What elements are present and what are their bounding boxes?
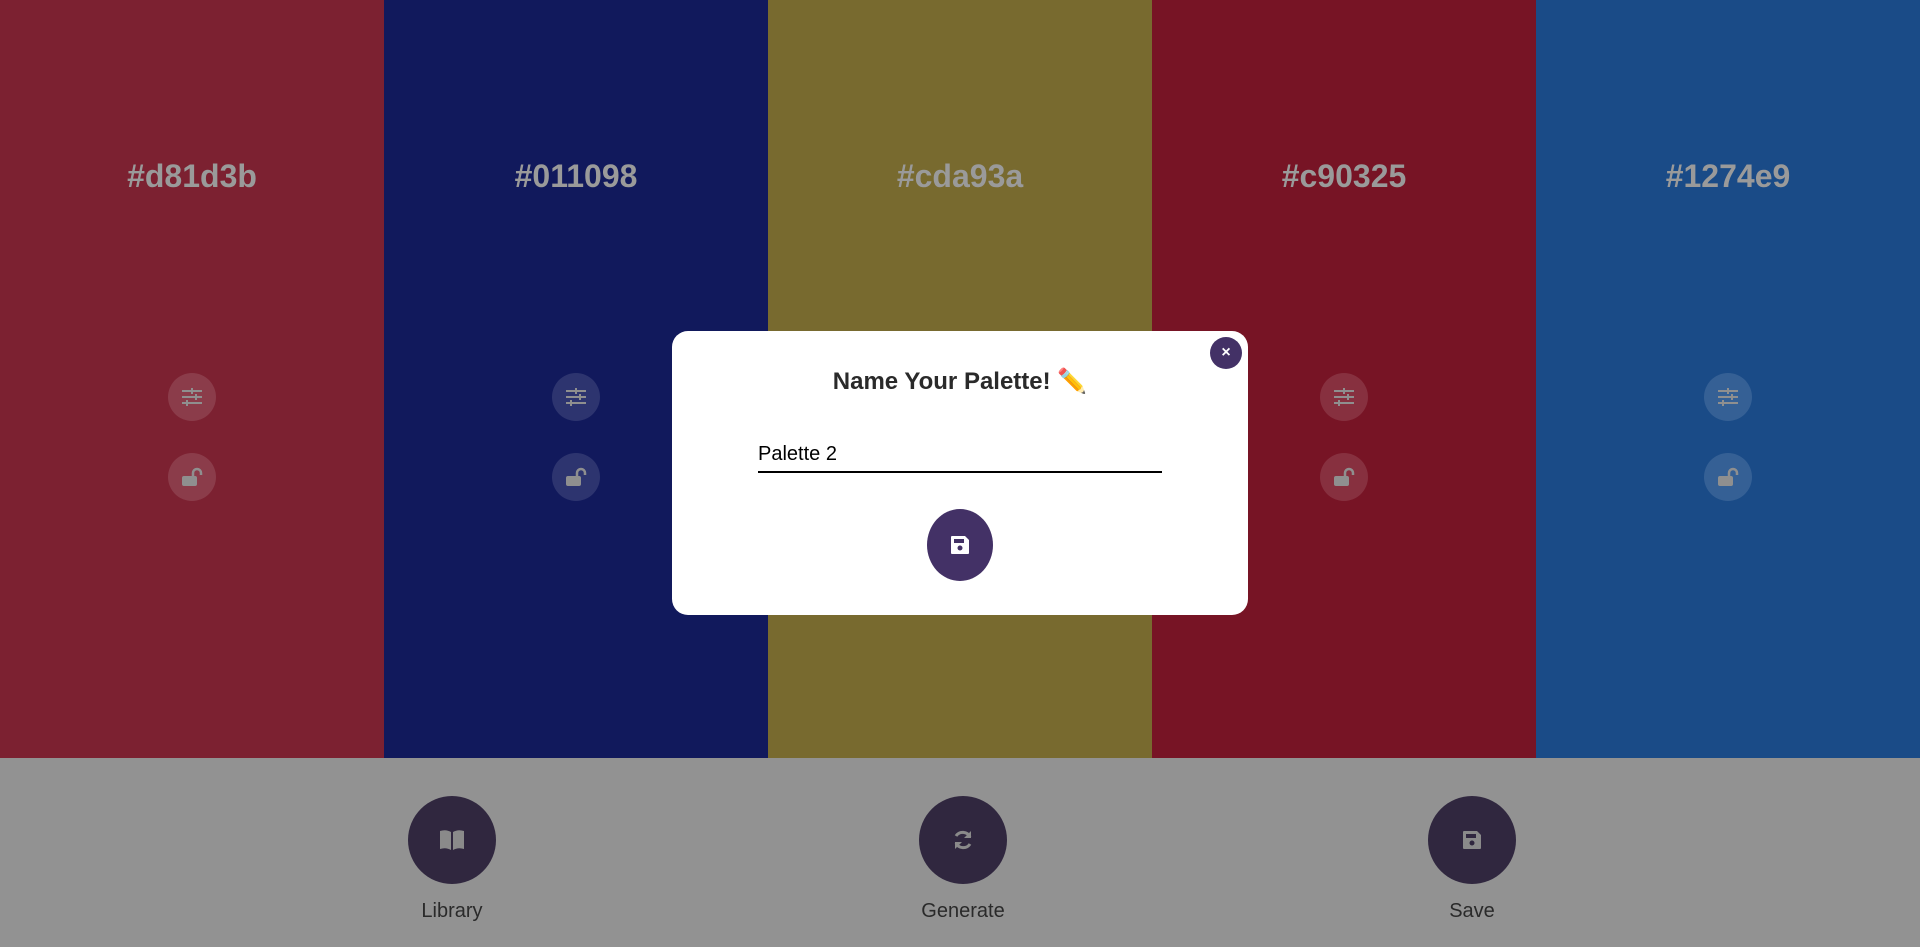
save-button[interactable] (1428, 796, 1516, 884)
hex-label[interactable]: #c90325 (1152, 158, 1536, 195)
adjust-button[interactable] (1320, 373, 1368, 421)
unlock-icon (182, 467, 203, 486)
name-palette-modal: × Name Your Palette! ✏️ (672, 331, 1248, 615)
close-button[interactable]: × (1210, 337, 1242, 369)
sliders-icon (566, 388, 586, 406)
unlock-icon (1718, 467, 1739, 486)
palette-name-input[interactable] (758, 437, 1162, 473)
floppy-disk-icon (1463, 831, 1481, 849)
bottom-toolbar: Library Generate Save (0, 758, 1920, 947)
color-column[interactable]: #1274e9 (1536, 0, 1920, 758)
generate-button[interactable] (919, 796, 1007, 884)
refresh-icon (954, 830, 972, 850)
lock-button[interactable] (1704, 453, 1752, 501)
adjust-button[interactable] (552, 373, 600, 421)
lock-button[interactable] (168, 453, 216, 501)
library-label: Library (421, 900, 483, 922)
pencil-icon: ✏️ (1057, 368, 1088, 395)
save-label: Save (1449, 900, 1495, 922)
hex-label[interactable]: #cda93a (768, 158, 1152, 195)
hex-label[interactable]: #011098 (384, 158, 768, 195)
hex-label[interactable]: #1274e9 (1536, 158, 1920, 195)
modal-title-text: Name Your Palette! (832, 368, 1051, 395)
floppy-disk-icon (951, 536, 969, 554)
sliders-icon (1718, 388, 1738, 406)
sliders-icon (1334, 388, 1354, 406)
modal-title: Name Your Palette! ✏️ (672, 367, 1248, 396)
generate-label: Generate (921, 900, 1005, 922)
color-column[interactable]: #d81d3b (0, 0, 384, 758)
lock-button[interactable] (1320, 453, 1368, 501)
adjust-button[interactable] (168, 373, 216, 421)
adjust-button[interactable] (1704, 373, 1752, 421)
modal-save-button[interactable] (927, 509, 993, 581)
library-button[interactable] (408, 796, 496, 884)
book-open-icon (440, 830, 464, 850)
unlock-icon (1334, 467, 1355, 486)
hex-label[interactable]: #d81d3b (0, 158, 384, 195)
sliders-icon (182, 388, 202, 406)
lock-button[interactable] (552, 453, 600, 501)
unlock-icon (566, 467, 587, 486)
